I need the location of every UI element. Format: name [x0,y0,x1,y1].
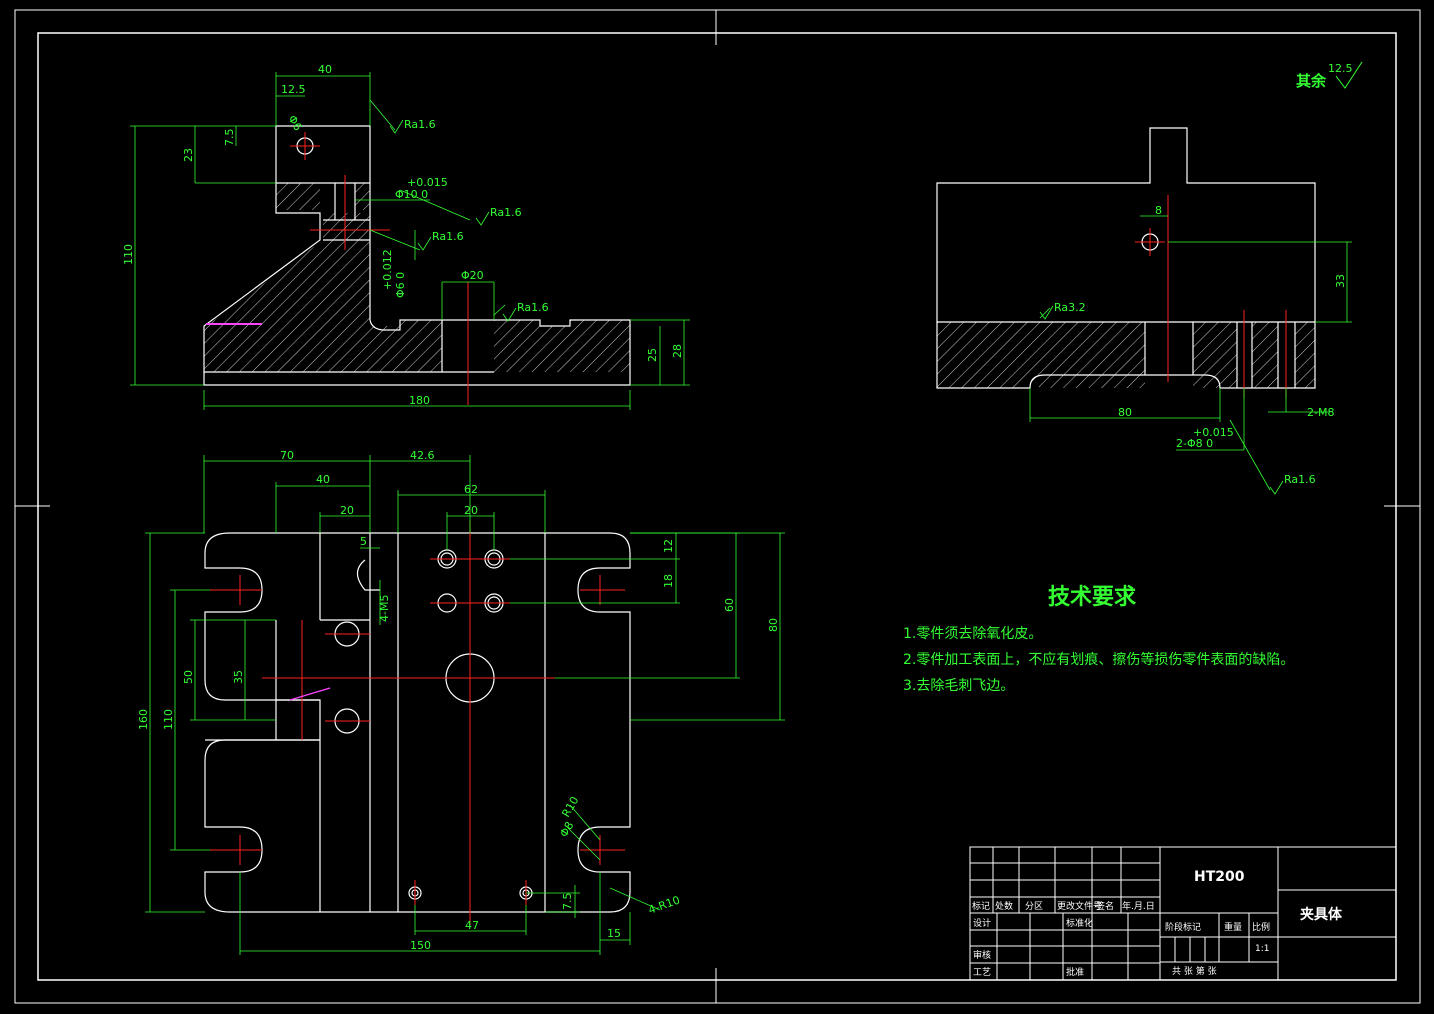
top-dim-4-r10: 4-R10 [647,893,682,916]
top-view-centerlines [210,520,625,925]
top-view: 70 40 42.6 62 20 20 5 4-M5 12 18 60 80 5… [137,449,785,955]
top-dim-80: 80 [767,618,780,632]
tb-label-count: 处数 [995,900,1013,912]
top-dim-70: 70 [280,449,294,462]
top-dim-60: 60 [723,598,736,612]
tb-label-weight: 重量 [1224,921,1242,933]
top-dim-phi8: Φ8 [557,819,576,839]
material-label: HT200 [1194,869,1245,885]
top-dim-50: 50 [182,670,195,684]
tb-label-date: 年.月.日 [1122,900,1155,912]
side-dim-2-phi8: 2-Φ8 0 [1176,437,1213,450]
tb-label-approve: 批准 [1066,966,1084,978]
tb-label-signature: 签名 [1096,900,1114,912]
front-dim-tol-0-012: +0.012 [381,249,394,290]
side-roughness-2: Ra1.6 [1284,473,1316,486]
front-dim-phi10: Φ10 0 [395,188,428,201]
front-roughness-1: Ra1.6 [404,118,436,131]
top-dim-15: 15 [607,927,621,940]
side-dim-8: 8 [1155,204,1162,217]
sheet-frame [14,9,1421,1004]
top-dim-20-b: 20 [464,504,478,517]
tb-label-mark: 标记 [972,900,990,912]
technical-requirements: 技术要求 1.零件须去除氧化皮。 2.零件加工表面上，不应有划痕、擦伤等损伤零件… [903,585,1294,694]
tb-label-design: 设计 [973,917,991,929]
front-dim-phi6-b: Φ6 0 [394,272,407,298]
part-name: 夹具体 [1300,906,1343,923]
front-dim-7-5: 7.5 [223,129,236,147]
roughness-note-prefix: 其余 [1296,72,1327,90]
front-view-hatch [204,183,630,372]
side-dim-80: 80 [1118,406,1132,419]
front-roughness-4: Ra1.6 [517,301,549,314]
top-dim-12: 12 [662,539,675,553]
top-dim-7-5: 7.5 [561,893,574,911]
top-dim-42-6: 42.6 [410,449,435,462]
top-dim-35: 35 [232,670,245,684]
front-dim-12-5: 12.5 [281,83,306,96]
roughness-note-value: 12.5 [1328,62,1353,75]
top-dim-150: 150 [410,939,431,952]
tb-label-sheets: 共 张 第 张 [1172,965,1217,977]
front-dim-110: 110 [122,244,135,265]
side-view-hatch [937,322,1315,388]
tb-label-stage-mark: 阶段标记 [1165,921,1201,933]
engineering-drawing: 其余 12.5 Ra1.6 Ra1.6 Ra1.6 Ra1.6 40 12.5 … [14,9,1421,1004]
front-dim-23: 23 [182,148,195,162]
tb-label-process: 工艺 [973,967,991,978]
top-dim-110: 110 [162,709,175,730]
front-view: Ra1.6 Ra1.6 Ra1.6 Ra1.6 40 12.5 Φ6 7.5 2… [122,63,690,410]
tb-label-ratio: 比例 [1252,921,1270,933]
front-dim-25: 25 [646,348,659,362]
top-dim-47: 47 [465,919,479,932]
top-dim-40: 40 [316,473,330,486]
title-block: HT200 夹具体 1:1 标记 处数 分区 更改文件号 签名 年.月.日 设计… [969,846,1397,981]
scale-value: 1:1 [1255,944,1269,954]
top-dim-20-a: 20 [340,504,354,517]
side-roughness-1: Ra3.2 [1054,301,1086,314]
tb-label-standardize: 标准化 [1066,917,1093,929]
front-roughness-3: Ra1.6 [432,230,464,243]
top-view-outline [204,532,631,913]
tech-req-item-1: 1.零件须去除氧化皮。 [903,626,1042,642]
tb-label-zone: 分区 [1025,901,1043,912]
top-dim-160: 160 [137,709,150,730]
side-view: Ra3.2 Ra1.6 8 33 80 +0.015 2-Φ8 0 2-M8 [936,127,1352,495]
top-dim-62: 62 [464,483,478,496]
general-roughness-note: 其余 12.5 [1296,61,1363,90]
front-dim-40: 40 [318,63,332,76]
top-dim-18: 18 [662,574,675,588]
front-dim-phi6: Φ6 [285,113,304,133]
top-dim-4-m5: 4-M5 [378,595,391,622]
side-dim-33: 33 [1334,274,1347,288]
top-dim-r10: R10 [559,794,581,819]
top-view-dimension-lines [145,455,785,955]
tb-label-review: 审核 [973,949,991,961]
side-dim-2-m8: 2-M8 [1307,406,1334,419]
tech-req-title: 技术要求 [1048,585,1136,610]
front-view-roughness-symbols [389,119,517,322]
front-dim-28: 28 [671,344,684,358]
front-dim-180: 180 [409,394,430,407]
tech-req-item-2: 2.零件加工表面上，不应有划痕、擦伤等损伤零件表面的缺陷。 [903,651,1294,668]
top-dim-5: 5 [360,535,367,548]
front-dim-phi20: Φ20 [461,269,484,282]
front-view-roughness-labels: Ra1.6 Ra1.6 Ra1.6 Ra1.6 [404,118,549,314]
tech-req-item-3: 3.去除毛刺飞边。 [903,678,1014,694]
front-roughness-2: Ra1.6 [490,206,522,219]
